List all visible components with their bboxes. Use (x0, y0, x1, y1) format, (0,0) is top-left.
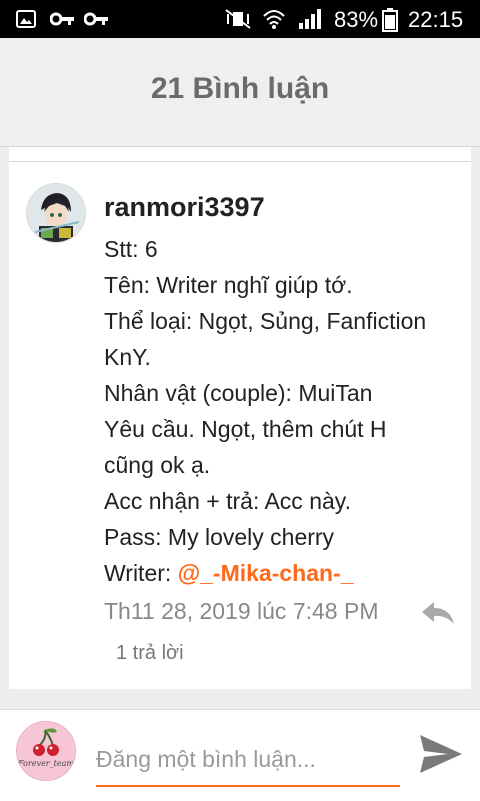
key-icon (50, 12, 74, 26)
writer-line: Writer: @_-Mika-chan-_ (104, 560, 354, 587)
previous-comment-edge (9, 147, 471, 162)
comment-timestamp: Th11 28, 2019 lúc 7:48 PM (104, 598, 379, 624)
avatar-caption: Forever_team (18, 759, 74, 768)
reply-icon[interactable] (420, 600, 456, 626)
key-icon (84, 12, 108, 26)
battery-percent: 83% (334, 7, 379, 32)
status-bar: 83% 22:15 (0, 0, 480, 38)
mute-icon (225, 9, 251, 29)
comment-line: Nhân vật (couple): MuiTan (104, 380, 373, 406)
wifi-icon (263, 10, 285, 29)
send-icon[interactable] (418, 733, 464, 775)
comment-username[interactable]: ranmori3397 (104, 192, 265, 223)
writer-label: Writer: (104, 560, 178, 586)
comment-line: cũng ok ạ. (104, 452, 211, 478)
comment-line: Acc nhận + trả: Acc này. (104, 488, 351, 514)
comment-line: Yêu cầu. Ngọt, thêm chút H (104, 416, 387, 442)
battery-icon (382, 8, 398, 32)
comment-line: Pass: My lovely cherry (104, 524, 335, 550)
comment-line: KnY. (104, 344, 151, 370)
signal-icon (299, 9, 321, 29)
comments-header: 21 Bình luận (0, 38, 480, 147)
writer-mention-link[interactable]: @_-Mika-chan-_ (178, 560, 354, 586)
page-title: 21 Bình luận (150, 72, 330, 105)
comment-input[interactable] (96, 733, 400, 787)
my-avatar[interactable]: Forever_team (16, 721, 76, 781)
clock: 22:15 (408, 7, 464, 32)
comment-line: Tên: Writer nghĩ giúp tớ. (104, 272, 353, 298)
comment-line: Stt: 6 (104, 236, 158, 262)
comment-line: Thể loại: Ngọt, Sủng, Fanfiction (104, 308, 427, 334)
replies-count-link[interactable]: 1 trả lời (116, 642, 184, 665)
avatar[interactable] (26, 183, 86, 243)
image-icon (16, 10, 36, 28)
